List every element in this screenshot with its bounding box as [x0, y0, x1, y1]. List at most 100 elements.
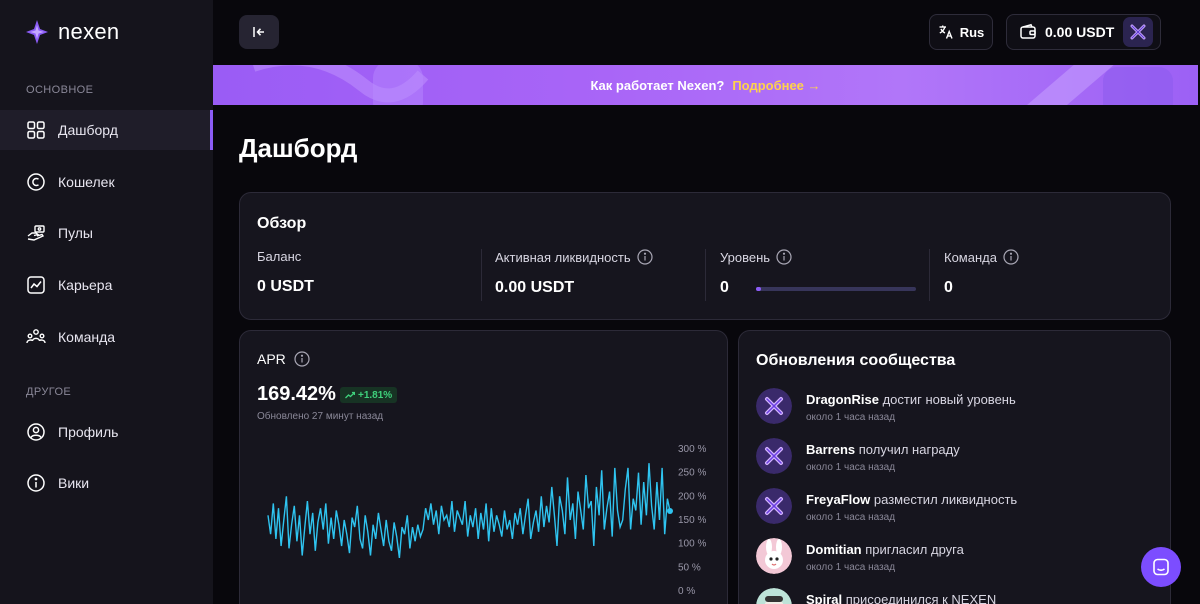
- event-action: пригласил друга: [861, 542, 964, 557]
- promo-banner[interactable]: Как работает Nexen? Подробнее →: [213, 65, 1198, 105]
- event-user[interactable]: FreyaFlow: [806, 492, 870, 507]
- stat-team-label: Команда: [944, 249, 997, 265]
- level-progress-bar: [756, 287, 916, 291]
- event-time: около 1 часа назад: [806, 512, 896, 523]
- event-user[interactable]: Spiral: [806, 592, 842, 604]
- trend-up-icon: [345, 391, 355, 399]
- list-item[interactable]: Domitian пригласил друга около 1 часа на…: [756, 538, 1156, 578]
- apr-updated: Обновлено 27 минут назад: [257, 411, 384, 422]
- wallet-balance: 0.00 USDT: [1045, 24, 1115, 40]
- apr-value: 169.42%: [257, 383, 336, 405]
- event-action: разместил ликвидность: [870, 492, 1018, 507]
- support-chat-button[interactable]: [1141, 547, 1181, 587]
- info-icon[interactable]: [637, 249, 653, 265]
- info-icon[interactable]: [776, 249, 792, 265]
- team-icon: [26, 329, 46, 344]
- x-logo-avatar: [756, 388, 792, 424]
- apr-title: APR: [257, 351, 286, 367]
- bunny-avatar: [756, 538, 792, 574]
- y-tick-label: 250 %: [678, 468, 706, 479]
- event-time: около 1 часа назад: [806, 562, 896, 573]
- event-user[interactable]: DragonRise: [806, 392, 879, 407]
- sidebar-item-label: Кошелек: [58, 174, 115, 190]
- sidebar-item-label: Команда: [58, 329, 116, 345]
- sidebar-item-wallet[interactable]: Кошелек: [0, 162, 213, 202]
- sidebar-item-label: Профиль: [58, 424, 119, 440]
- divider: [705, 249, 706, 301]
- x-logo-avatar: [756, 488, 792, 524]
- banner-decoration-right: [1027, 65, 1173, 105]
- event-user[interactable]: Barrens: [806, 442, 855, 457]
- wallet-coin-icon: [27, 173, 45, 191]
- section-label-main: ОСНОВНОЕ: [26, 84, 94, 96]
- apr-change-badge: +1.81%: [340, 387, 398, 403]
- x-logo-icon: [1130, 24, 1146, 40]
- event-time: около 1 часа назад: [806, 412, 896, 423]
- dashboard-icon: [27, 121, 45, 139]
- y-tick-label: 150 %: [678, 515, 706, 526]
- chat-icon: [1153, 558, 1169, 576]
- y-tick-label: 0 %: [678, 586, 695, 597]
- level-progress-fill: [756, 287, 761, 291]
- event-time: около 1 часа назад: [806, 462, 896, 473]
- stat-balance: Баланс 0 USDT: [257, 249, 477, 301]
- info-icon[interactable]: [294, 351, 310, 367]
- translate-icon: [939, 25, 953, 39]
- event-action: присоединился к NEXEN: [842, 592, 997, 604]
- y-tick-label: 100 %: [678, 539, 706, 550]
- sidebar-item-wiki[interactable]: Вики: [0, 463, 213, 503]
- sidebar-item-label: Вики: [58, 475, 90, 491]
- pools-icon: [27, 225, 45, 241]
- sidebar-item-team[interactable]: Команда: [0, 317, 213, 357]
- character-avatar: [756, 588, 792, 604]
- overview-card: Обзор Баланс 0 USDT Активная ликвидность…: [239, 192, 1171, 320]
- stat-liquidity: Активная ликвидность 0.00 USDT: [495, 249, 705, 301]
- apr-chart: 300 % 250 % 200 % 150 % 100 % 50 % 0 %: [267, 444, 706, 597]
- apr-card: APR 169.42% +1.81% Обновлено 27 минут на…: [239, 330, 728, 604]
- wallet-balance-button[interactable]: 0.00 USDT: [1006, 14, 1161, 50]
- community-title: Обновления сообщества: [756, 352, 956, 369]
- banner-text: Как работает Nexen?: [590, 77, 725, 93]
- sidebar-item-label: Карьера: [58, 277, 113, 293]
- sidebar-item-label: Дашборд: [58, 122, 118, 138]
- sidebar-item-dashboard[interactable]: Дашборд: [0, 110, 213, 150]
- apr-series-line: [267, 463, 671, 558]
- list-item[interactable]: FreyaFlow разместил ликвидность около 1 …: [756, 488, 1156, 528]
- sidebar-item-pools[interactable]: Пулы: [0, 213, 213, 253]
- profile-icon: [27, 423, 45, 441]
- x-logo-avatar: [756, 438, 792, 474]
- nexen-logo-icon: [26, 20, 48, 44]
- info-icon[interactable]: [1003, 249, 1019, 265]
- banner-decoration-left: [253, 65, 429, 105]
- banner-more-link[interactable]: Подробнее →: [732, 78, 820, 93]
- apr-title-row: APR: [257, 351, 310, 367]
- logo[interactable]: nexen: [26, 19, 119, 45]
- language-button[interactable]: Rus: [929, 14, 993, 50]
- sidebar-item-profile[interactable]: Профиль: [0, 412, 213, 452]
- info-icon: [27, 474, 45, 492]
- stat-team-value: 0: [944, 279, 953, 296]
- divider: [481, 249, 482, 301]
- stat-level-label: Уровень: [720, 249, 771, 265]
- y-tick-label: 300 %: [678, 444, 706, 455]
- event-user[interactable]: Domitian: [806, 542, 862, 557]
- stat-level: Уровень 0: [720, 249, 930, 301]
- event-action: достиг новый уровень: [878, 392, 1016, 407]
- stat-balance-label: Баланс: [257, 249, 302, 264]
- y-tick-label: 200 %: [678, 491, 706, 502]
- collapse-arrow-icon: [253, 27, 264, 37]
- stat-liquidity-value: 0.00 USDT: [495, 279, 575, 296]
- collapse-sidebar-button[interactable]: [239, 15, 279, 49]
- stat-team: Команда 0: [944, 249, 1154, 301]
- stat-balance-value: 0 USDT: [257, 278, 314, 295]
- community-card: Обновления сообщества DragonRise достиг …: [738, 330, 1171, 604]
- user-avatar[interactable]: [1123, 17, 1153, 47]
- sidebar: nexen ОСНОВНОЕ Дашборд Кошелек Пулы Карь…: [0, 0, 213, 604]
- y-tick-label: 50 %: [678, 562, 701, 573]
- sidebar-item-career[interactable]: Карьера: [0, 265, 213, 305]
- list-item[interactable]: DragonRise достиг новый уровень около 1 …: [756, 388, 1156, 428]
- list-item[interactable]: Barrens получил награду около 1 часа наз…: [756, 438, 1156, 478]
- divider: [929, 249, 930, 301]
- event-action: получил награду: [855, 442, 960, 457]
- list-item[interactable]: Spiral присоединился к NEXEN: [756, 588, 1156, 604]
